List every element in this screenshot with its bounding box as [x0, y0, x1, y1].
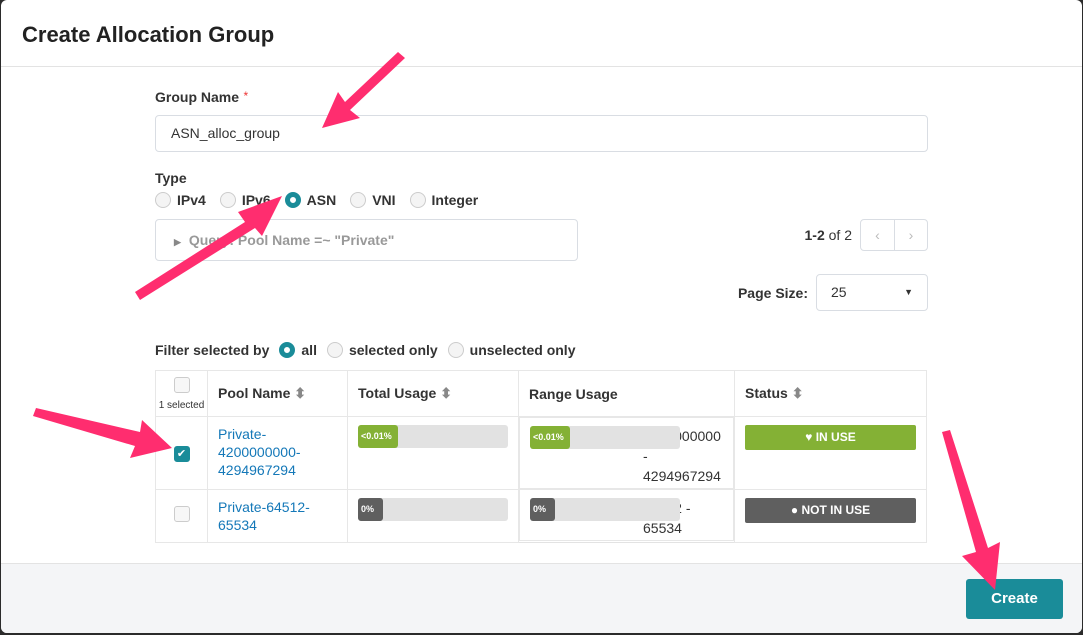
sort-icon: ⬍ — [791, 385, 804, 401]
type-radio-ipv6[interactable]: IPv6 — [219, 192, 271, 208]
heart-icon: ♥ — [805, 430, 813, 444]
row-checkbox[interactable] — [173, 506, 190, 522]
create-button[interactable]: Create — [966, 579, 1063, 619]
select-all-checkbox[interactable] — [173, 376, 190, 393]
filter-radio-unselected-only[interactable]: unselected only — [447, 342, 575, 358]
filter-radio-selected-only[interactable]: selected only — [326, 342, 438, 358]
query-text: Query: Pool Name =~ "Private" — [188, 232, 395, 248]
dialog-title: Create Allocation Group — [22, 22, 275, 47]
filter-label: Filter selected by — [155, 342, 270, 358]
range-usage-bar: <0.01% — [530, 426, 680, 449]
prev-page-button[interactable]: ‹ — [861, 220, 894, 250]
type-radio-vni[interactable]: VNI — [350, 192, 396, 208]
type-label: Type — [155, 170, 187, 186]
header-status[interactable]: Status ⬍ — [734, 370, 927, 417]
page-size-label: Page Size: — [737, 284, 808, 301]
status-badge: ● NOT IN USE — [745, 497, 916, 523]
sort-icon: ⬍ — [440, 385, 452, 401]
filter-radio-all[interactable]: all — [279, 342, 317, 358]
dialog-header: Create Allocation Group — [1, 0, 1082, 67]
row-checkbox[interactable]: ✔ — [173, 445, 190, 462]
header-pool-name[interactable]: Pool Name ⬍ — [207, 370, 348, 417]
status-badge: ♥ IN USE — [745, 425, 916, 450]
selected-count: 1 selected — [158, 399, 205, 411]
type-radio-asn[interactable]: ASN — [284, 192, 336, 208]
type-radio-ipv4[interactable]: IPv4 — [155, 192, 206, 208]
caret-right-icon: ▶ — [174, 237, 181, 247]
pool-link[interactable]: Private-4200000000-4294967294 — [218, 426, 301, 478]
next-page-button[interactable]: › — [894, 220, 927, 250]
pagination: 1-2 of 2 ‹ › — [805, 219, 928, 251]
pool-link[interactable]: Private-64512-65534 — [218, 499, 310, 533]
table-row: Private-64512-65534 0% 0%64512 - 65534 ●… — [155, 488, 927, 543]
group-name-input[interactable]: ASN_alloc_group — [155, 115, 928, 152]
total-usage-bar: <0.01% — [358, 425, 508, 448]
page-size-select[interactable]: 25 ▼ — [816, 274, 928, 311]
type-radio-integer[interactable]: Integer — [409, 192, 478, 208]
dot-icon: ● — [790, 502, 799, 517]
create-allocation-group-dialog: Create Allocation Group Group Name * ASN… — [1, 0, 1082, 633]
range-usage-bar: 0% — [530, 498, 680, 521]
query-filter[interactable]: ▶ Query: Pool Name =~ "Private" — [155, 219, 578, 261]
sort-icon: ⬍ — [294, 385, 306, 401]
group-name-label: Group Name — [155, 89, 240, 105]
chevron-down-icon: ▼ — [904, 287, 913, 297]
total-usage-bar: 0% — [358, 497, 508, 521]
required-marker: * — [243, 89, 249, 103]
pools-table: 1 selected Pool Name ⬍ Total Usage ⬍ Ran… — [155, 370, 927, 543]
table-row: ✔ Private-4200000000-4294967294 <0.01% <… — [155, 416, 927, 490]
dialog-footer: Create — [1, 563, 1082, 633]
header-range-usage: Range Usage — [518, 370, 735, 417]
header-total-usage[interactable]: Total Usage ⬍ — [347, 370, 519, 417]
